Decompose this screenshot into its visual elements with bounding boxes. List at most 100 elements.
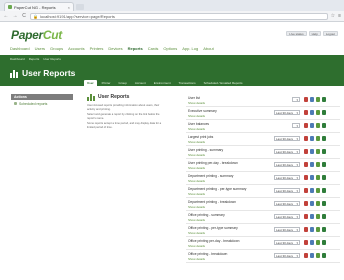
html-icon[interactable] [310, 110, 314, 115]
pdf-icon[interactable] [304, 201, 308, 206]
tab-account[interactable]: Account [132, 80, 149, 86]
header-button-0[interactable]: Live status [286, 31, 307, 36]
html-icon[interactable] [310, 240, 314, 245]
period-select[interactable]: Last 30 days ▾ [274, 201, 300, 206]
excel-icon[interactable] [322, 136, 326, 141]
csv-icon[interactable] [316, 175, 320, 180]
csv-icon[interactable] [316, 214, 320, 219]
excel-icon[interactable] [322, 110, 326, 115]
header-button-2[interactable]: Logout [322, 31, 338, 36]
nav-item-options[interactable]: Options [163, 46, 177, 51]
html-icon[interactable] [310, 149, 314, 154]
show-details-link[interactable]: Show details [188, 166, 205, 170]
period-select[interactable]: Last 30 days ▾ [274, 136, 300, 141]
breadcrumb-item[interactable]: Dashboard [10, 57, 25, 61]
pdf-icon[interactable] [304, 227, 308, 232]
excel-icon[interactable] [322, 214, 326, 219]
html-icon[interactable] [310, 214, 314, 219]
browser-tab[interactable]: PaperCut NG - Reports × [4, 2, 74, 11]
nav-item-groups[interactable]: Groups [50, 46, 63, 51]
pdf-icon[interactable] [304, 162, 308, 167]
csv-icon[interactable] [316, 123, 320, 128]
period-select[interactable]: Last 30 days ▾ [274, 149, 300, 154]
back-icon[interactable]: ← [3, 13, 9, 19]
period-select[interactable]: Last 30 days ▾ [274, 175, 300, 180]
nav-item-cards[interactable]: Cards [148, 46, 159, 51]
nav-item-dashboard[interactable]: Dashboard [10, 46, 30, 51]
pdf-icon[interactable] [304, 188, 308, 193]
csv-icon[interactable] [316, 240, 320, 245]
reload-icon[interactable]: C [21, 13, 27, 19]
csv-icon[interactable] [316, 110, 320, 115]
csv-icon[interactable] [316, 162, 320, 167]
show-details-link[interactable]: Show details [188, 114, 205, 118]
nav-item-users[interactable]: Users [35, 46, 45, 51]
period-select[interactable]: Last 30 days ▾ [274, 227, 300, 232]
excel-icon[interactable] [322, 123, 326, 128]
html-icon[interactable] [310, 97, 314, 102]
period-select[interactable]: Last 30 days ▾ [274, 214, 300, 219]
tab-printer[interactable]: Printer [99, 80, 114, 86]
show-details-link[interactable]: Show details [188, 244, 205, 248]
csv-icon[interactable] [316, 149, 320, 154]
period-select[interactable]: Last 30 days ▾ [274, 188, 300, 193]
show-details-link[interactable]: Show details [188, 179, 205, 183]
html-icon[interactable] [310, 188, 314, 193]
breadcrumb-item[interactable]: User Reports [43, 57, 61, 61]
show-details-link[interactable]: Show details [188, 218, 205, 222]
csv-icon[interactable] [316, 188, 320, 193]
excel-icon[interactable] [322, 240, 326, 245]
tab-close-icon[interactable]: × [68, 5, 70, 10]
breadcrumb-item[interactable]: Reports [29, 57, 40, 61]
pdf-icon[interactable] [304, 214, 308, 219]
show-details-link[interactable]: Show details [188, 205, 205, 209]
html-icon[interactable] [310, 253, 314, 258]
bookmark-star-icon[interactable]: ☆ [331, 13, 335, 19]
pdf-icon[interactable] [304, 97, 308, 102]
pdf-icon[interactable] [304, 136, 308, 141]
nav-item-devices[interactable]: Devices [108, 46, 122, 51]
show-details-link[interactable]: Show details [188, 127, 205, 131]
browser-menu-icon[interactable]: ≡ [338, 13, 341, 19]
nav-item-about[interactable]: About [203, 46, 213, 51]
show-details-link[interactable]: Show details [188, 101, 205, 105]
papercut-logo[interactable]: PaperCut [11, 28, 62, 42]
excel-icon[interactable] [322, 162, 326, 167]
show-details-link[interactable]: Show details [188, 140, 205, 144]
html-icon[interactable] [310, 175, 314, 180]
tab-user[interactable]: User [84, 80, 97, 86]
show-details-link[interactable]: Show details [188, 257, 205, 261]
nav-item-accounts[interactable]: Accounts [68, 46, 84, 51]
sidebar-item-scheduled-reports[interactable]: Scheduled reports [11, 100, 73, 107]
excel-icon[interactable] [322, 97, 326, 102]
excel-icon[interactable] [322, 227, 326, 232]
excel-icon[interactable] [322, 149, 326, 154]
tab-scheduled-emailed-reports[interactable]: Scheduled / Emailed Reports [201, 80, 246, 86]
html-icon[interactable] [310, 136, 314, 141]
csv-icon[interactable] [316, 227, 320, 232]
html-icon[interactable] [310, 227, 314, 232]
csv-icon[interactable] [316, 136, 320, 141]
tab-group[interactable]: Group [116, 80, 130, 86]
show-details-link[interactable]: Show details [188, 153, 205, 157]
show-details-link[interactable]: Show details [188, 231, 205, 235]
pdf-icon[interactable] [304, 175, 308, 180]
pdf-icon[interactable] [304, 123, 308, 128]
nav-item-reports[interactable]: Reports [128, 46, 143, 51]
period-select[interactable]: Last 30 days ▾ [274, 110, 300, 115]
period-select[interactable]: Last 30 days ▾ [274, 240, 300, 245]
header-button-1[interactable]: Help [308, 31, 321, 36]
html-icon[interactable] [310, 123, 314, 128]
html-icon[interactable] [310, 162, 314, 167]
new-tab-button[interactable] [76, 4, 84, 10]
excel-icon[interactable] [322, 201, 326, 206]
show-details-link[interactable]: Show details [188, 192, 205, 196]
excel-icon[interactable] [322, 188, 326, 193]
csv-icon[interactable] [316, 97, 320, 102]
tab-environment[interactable]: Environment [151, 80, 174, 86]
period-select[interactable]: Last 30 days ▾ [274, 162, 300, 167]
pdf-icon[interactable] [304, 253, 308, 258]
pdf-icon[interactable] [304, 149, 308, 154]
address-bar[interactable]: 🔒 localhost:9191/app?service=page/Report… [30, 12, 328, 20]
html-icon[interactable] [310, 201, 314, 206]
